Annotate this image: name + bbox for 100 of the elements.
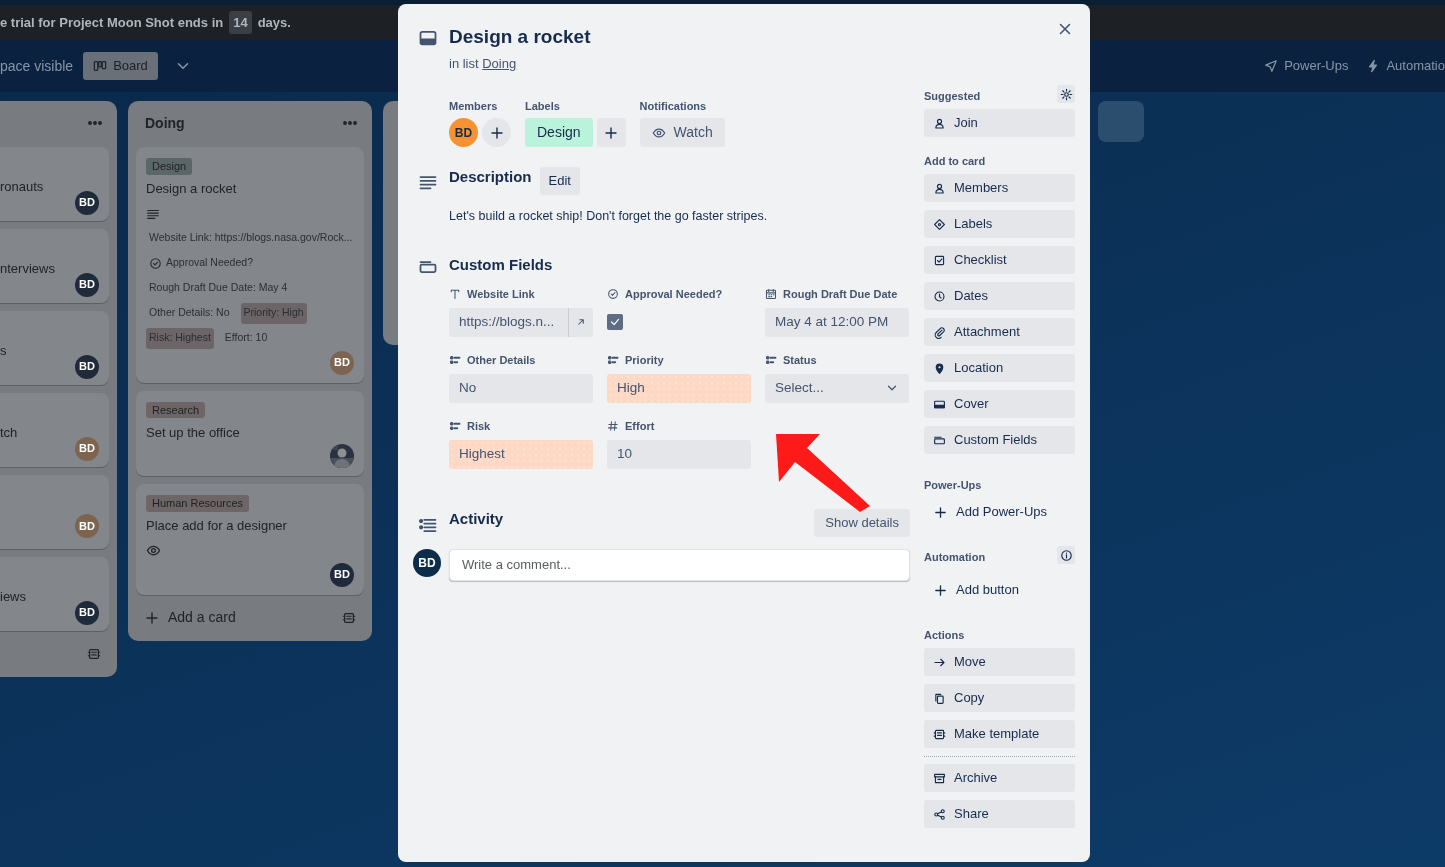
section-label: Notifications: [639, 98, 708, 114]
template-icon: [87, 647, 101, 661]
sidebar-button[interactable]: Attachment: [924, 318, 1075, 346]
sidebar-button[interactable]: Add Power-Ups: [924, 498, 1075, 526]
location-pin-icon: [933, 361, 946, 375]
sidebar-button[interactable]: Make template: [924, 720, 1075, 748]
visibility-label[interactable]: pace visible: [0, 55, 74, 77]
card-title: Design a rocket: [449, 25, 592, 49]
sidebar-button[interactable]: Location: [924, 354, 1075, 382]
section-heading: Custom Fields: [449, 255, 554, 274]
dropdown-field[interactable]: High: [607, 373, 751, 403]
card-field-text: Rough Draft Due Date: May 4: [148, 280, 289, 296]
member-avatar: BD: [75, 514, 99, 538]
field-label: Effort: [625, 418, 655, 434]
field-label: Approval Needed?: [625, 286, 723, 302]
card-title: nterviews: [0, 260, 56, 278]
card-tile[interactable]: Design Design a rocket Website Link: https://blogs.nasa.gov/Rock... Approval Needed? Rough Draft Due Date: May 4 Other Details: No Priority: High Risk: Highest Effort: 10 BD: [136, 147, 364, 383]
paperclip-icon: [933, 325, 946, 339]
member-avatar: BD: [75, 354, 99, 379]
archive-icon: [933, 771, 946, 785]
copy-icon: [933, 691, 946, 705]
member-avatar: BD: [330, 562, 354, 587]
field-label: Other Details: [467, 352, 536, 368]
check-circle-icon: [149, 256, 162, 270]
template-icon: [342, 610, 356, 625]
sidebar-button[interactable]: Dates: [924, 282, 1075, 310]
card-tile[interactable]: ronauts BD: [0, 147, 109, 221]
sidebar-button[interactable]: Checklist: [924, 246, 1075, 274]
checklist-icon: [933, 253, 946, 267]
settings-icon: [1059, 87, 1073, 101]
info-icon: [1059, 548, 1073, 562]
plus-icon: [603, 124, 620, 141]
number-field[interactable]: 10: [607, 439, 751, 469]
check-circle-icon: [607, 287, 619, 300]
header-action[interactable]: Automatio: [1366, 56, 1445, 76]
card-field-text: Effort: 10: [223, 330, 269, 346]
list-link[interactable]: Doing: [482, 56, 517, 71]
card-title: iews: [0, 588, 27, 606]
comment-field[interactable]: Write a comment...: [449, 548, 910, 581]
info-button[interactable]: [1057, 546, 1075, 564]
card-label: Research: [146, 401, 206, 418]
card-tile[interactable]: tch BD: [0, 393, 109, 467]
card-title: s: [0, 342, 8, 360]
card-tile[interactable]: Research Set up the office: [136, 390, 364, 476]
sidebar-button[interactable]: Copy: [924, 684, 1075, 712]
dropdown-field[interactable]: Highest: [449, 439, 593, 469]
card-field-text: Risk: Highest: [146, 327, 214, 349]
field-label: Website Link: [467, 286, 535, 302]
sidebar-button[interactable]: Share: [924, 800, 1075, 828]
calendar-icon: [765, 287, 777, 300]
sidebar-button[interactable]: Members: [924, 174, 1075, 202]
dropdown-field[interactable]: Select...: [765, 373, 909, 403]
member-avatar: BD: [75, 190, 99, 215]
date-field[interactable]: May 4 at 12:00 PM: [765, 307, 909, 337]
add-card-button[interactable]: Add a card: [144, 607, 236, 628]
card-tile[interactable]: s BD: [0, 311, 109, 385]
section-label: Automation: [924, 549, 986, 565]
section-label: Power-Ups: [924, 477, 982, 493]
member-avatar[interactable]: BD: [449, 118, 478, 147]
checkbox[interactable]: [607, 313, 623, 330]
show-details-button[interactable]: Show details: [814, 508, 910, 537]
sidebar-button[interactable]: Cover: [924, 390, 1075, 418]
field-label: Risk: [467, 418, 491, 434]
settings-button[interactable]: [1057, 85, 1075, 103]
card-tile[interactable]: Human Resources Place add for a designer BD: [136, 484, 364, 595]
link-field[interactable]: https://blogs.n...: [449, 307, 568, 337]
label-chip[interactable]: Design: [525, 118, 593, 147]
template-icon: [933, 727, 946, 741]
section-heading: Activity: [449, 509, 504, 528]
sidebar-button[interactable]: Custom Fields: [924, 426, 1075, 454]
banner-text: days.: [257, 13, 291, 32]
card-field-text: Other Details: No: [148, 305, 231, 321]
card-title: Design a rocket: [146, 180, 238, 198]
add-member-button[interactable]: [482, 118, 511, 147]
card-title: Set up the office: [146, 423, 241, 442]
card-field-text: Website Link: https://blogs.nasa.gov/Rock...: [148, 230, 354, 246]
hash-icon: [607, 419, 619, 432]
sidebar-button[interactable]: Archive: [924, 764, 1075, 792]
person-icon: [933, 181, 946, 195]
description-text: Let's build a rocket ship! Don't forget the go faster stripes.: [449, 208, 769, 225]
label-icon: [933, 217, 946, 231]
card-tile[interactable]: iews BD: [0, 557, 109, 631]
edit-button[interactable]: Edit: [539, 167, 580, 195]
sidebar-button[interactable]: Join: [924, 109, 1075, 137]
sidebar-button[interactable]: Move: [924, 648, 1075, 676]
sidebar-button[interactable]: Labels: [924, 210, 1075, 238]
watch-button[interactable]: Watch: [639, 118, 725, 147]
add-label-button[interactable]: [596, 118, 626, 147]
header-action[interactable]: Power-Ups: [1264, 56, 1349, 76]
sidebar-button[interactable]: Add button: [924, 576, 1075, 604]
section-heading: Description: [449, 168, 532, 186]
card-tile[interactable]: nterviews BD: [0, 229, 109, 303]
dropdown-field[interactable]: No: [449, 373, 593, 403]
member-avatar: BD: [330, 350, 354, 375]
member-avatar: BD: [75, 436, 99, 461]
list-title: Doing: [145, 113, 185, 133]
card-tile[interactable]: BD: [0, 475, 109, 549]
paper-plane-icon: [1264, 59, 1279, 73]
list-icon: [449, 353, 461, 366]
plus-icon: [933, 582, 948, 598]
